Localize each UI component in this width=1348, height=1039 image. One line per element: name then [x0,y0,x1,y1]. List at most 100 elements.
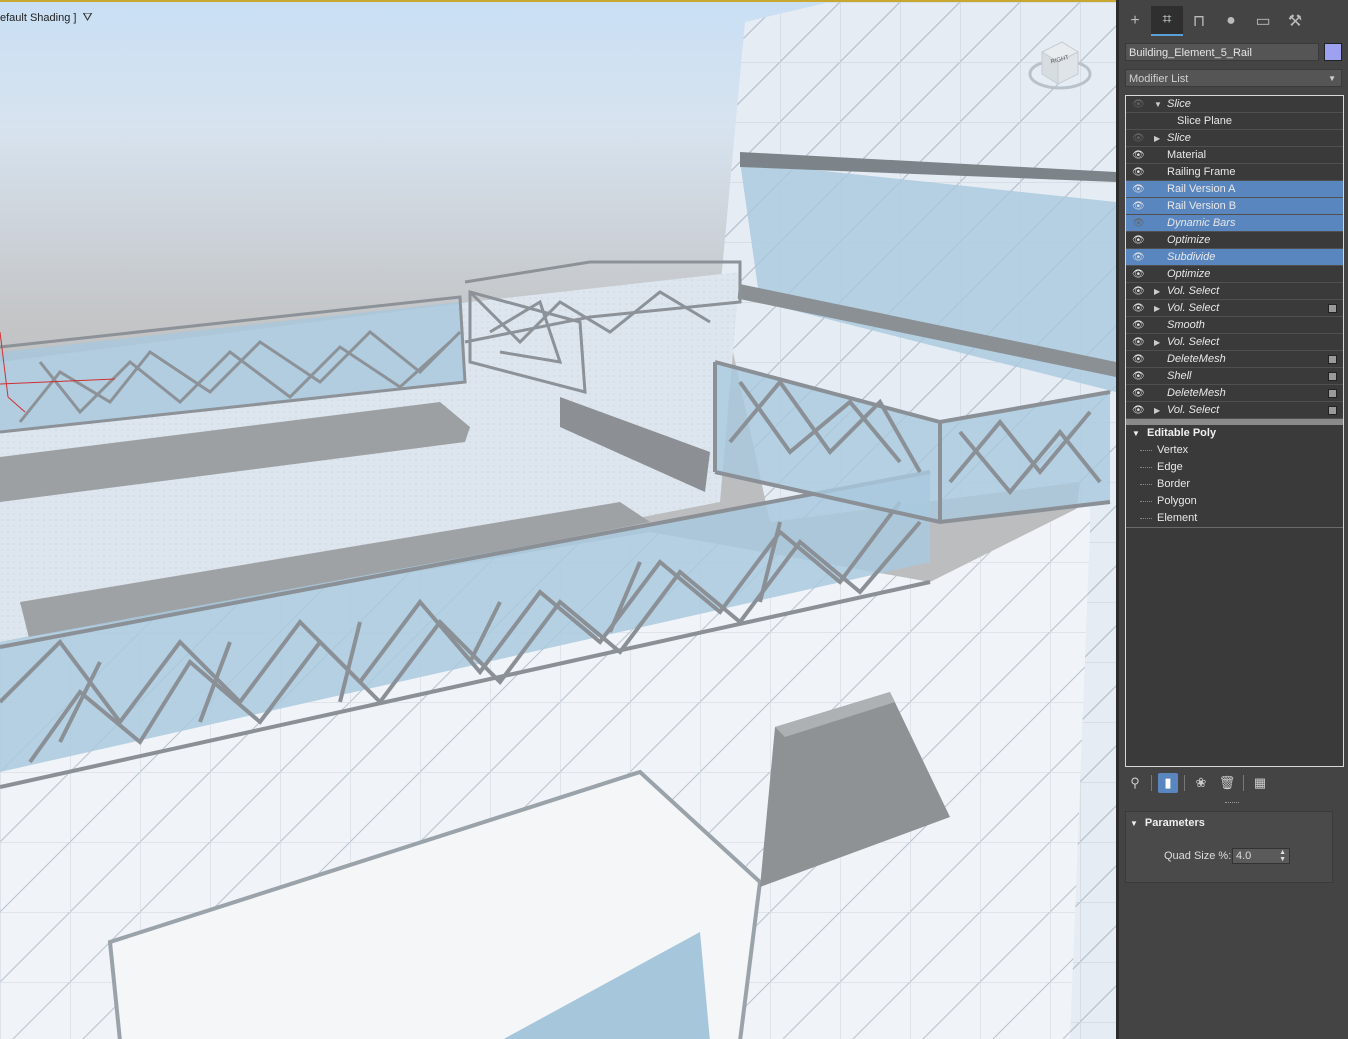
plus-icon: + [1130,12,1140,29]
hierarchy-tab[interactable]: ⊓ [1183,6,1215,36]
eye-icon[interactable]: 👁 [1132,130,1146,147]
eye-icon[interactable]: 👁 [1132,147,1146,164]
subobject-vertex[interactable]: Vertex [1126,442,1343,459]
modifier-stack-item[interactable]: Slice Plane [1126,113,1343,130]
subobject-polygon[interactable]: Polygon [1126,493,1343,510]
shading-mode-text[interactable]: efault Shading ] [0,12,76,24]
modifier-stack-item[interactable]: 👁 DeleteMesh [1126,351,1343,368]
parameters-title: Parameters [1144,817,1205,829]
eye-icon[interactable]: 👁 [1132,181,1146,198]
viewport-shading-label[interactable]: efault Shading ] ⛛ [0,10,93,25]
modifier-stack-item[interactable]: 👁 ▶ Slice [1126,130,1343,147]
modifier-label: Rail Version B [1167,200,1237,212]
modifier-label: Slice Plane [1177,115,1233,127]
subobject-label: Polygon [1157,495,1197,507]
triangle-down-icon[interactable]: ▼ [1154,96,1162,113]
subobject-element[interactable]: Element [1126,510,1343,528]
modifier-stack-item[interactable]: 👁 ▶ Vol. Select [1126,334,1343,351]
eye-icon[interactable]: 👁 [1132,300,1146,317]
triangle-right-icon[interactable]: ▶ [1154,300,1160,317]
stack-toolbar: ⚲ ▮ ❀ 🗑 ▦ [1125,772,1342,794]
modifier-stack-item[interactable]: 👁 Smooth [1126,317,1343,334]
modifier-stack-item[interactable]: 👁 Optimize [1126,266,1343,283]
modifier-label: Slice [1167,132,1191,144]
triangle-right-icon[interactable]: ▶ [1154,402,1160,419]
modifier-stack-item[interactable]: 👁 ▶ Vol. Select [1126,283,1343,300]
modifier-checkbox[interactable] [1328,372,1337,381]
display-icon: ▭ [1255,13,1271,30]
create-tab[interactable]: + [1119,6,1151,36]
eye-icon[interactable]: 👁 [1132,215,1146,232]
modifier-stack-item[interactable]: 👁 ▶ Vol. Select [1126,300,1343,317]
eye-icon[interactable]: 👁 [1132,266,1146,283]
modifier-stack-item[interactable]: 👁 DeleteMesh [1126,385,1343,402]
eye-icon[interactable]: 👁 [1132,402,1146,419]
object-name-field[interactable]: Building_Element_5_Rail [1125,43,1319,61]
eye-icon[interactable]: 👁 [1132,334,1146,351]
modifier-label: Subdivide [1167,251,1216,263]
configure-sets-button[interactable]: ▦ [1250,773,1270,793]
subobject-border[interactable]: Border [1126,476,1343,493]
motion-tab[interactable]: ● [1215,6,1247,36]
eye-icon[interactable]: 👁 [1132,283,1146,300]
modifier-stack-item[interactable]: 👁 ▼ Slice [1126,96,1343,113]
modifier-stack-item[interactable]: 👁 Dynamic Bars [1126,215,1343,232]
show-end-result-button[interactable]: ▮ [1158,773,1178,793]
motion-icon: ● [1226,12,1236,29]
eye-icon[interactable]: 👁 [1132,198,1146,215]
editable-poly-item[interactable]: ▼ Editable Poly [1126,425,1343,442]
editable-poly-subobjects: Vertex Edge Border Polygon Element [1126,442,1343,528]
modifier-stack-item[interactable]: 👁 ▶ Vol. Select [1126,402,1343,419]
modifier-label: Vol. Select [1167,336,1220,348]
display-tab[interactable]: ▭ [1247,6,1279,36]
object-color-swatch[interactable] [1324,43,1342,61]
modifier-list-dropdown[interactable]: Modifier List ▼ [1125,69,1342,87]
triangle-right-icon[interactable]: ▶ [1154,283,1160,300]
triangle-down-icon[interactable]: ▼ [1132,425,1140,442]
eye-icon[interactable]: 👁 [1132,385,1146,402]
subobject-edge[interactable]: Edge [1126,459,1343,476]
make-unique-button[interactable]: ❀ [1191,773,1211,793]
eye-icon[interactable]: 👁 [1132,368,1146,385]
filter-icon[interactable]: ⛛ [82,10,92,25]
modifier-label: Dynamic Bars [1167,217,1236,229]
modifier-stack-item[interactable]: 👁 Optimize [1126,232,1343,249]
remove-modifier-button[interactable]: 🗑 [1217,773,1237,793]
modifier-stack-item[interactable]: 👁 Material [1126,147,1343,164]
modifier-label: Vol. Select [1167,285,1220,297]
eye-icon[interactable]: 👁 [1132,232,1146,249]
triangle-right-icon[interactable]: ▶ [1154,130,1160,147]
modifier-label: Material [1167,149,1207,161]
quad-size-spinner[interactable]: 4.0 ▲ ▼ [1232,848,1290,864]
quad-size-value[interactable]: 4.0 [1236,850,1251,862]
modifier-stack[interactable]: 👁 ▼ Slice Slice Plane 👁 ▶ Slice 👁 Material 👁 Raili… [1125,95,1344,767]
modifier-stack-item[interactable]: 👁 Railing Frame [1126,164,1343,181]
subobject-label: Border [1157,478,1191,490]
eye-icon[interactable]: 👁 [1132,96,1146,113]
modifier-checkbox[interactable] [1328,406,1337,415]
rollout-grip[interactable] [1225,802,1239,803]
modifier-stack-item[interactable]: 👁 Rail Version B [1126,198,1343,215]
eye-icon[interactable]: 👁 [1132,164,1146,181]
pin-stack-button[interactable]: ⚲ [1125,773,1145,793]
modifier-stack-item[interactable]: 👁 Rail Version A [1126,181,1343,198]
modifier-label: Optimize [1167,234,1211,246]
eye-icon[interactable]: 👁 [1132,317,1146,334]
modifier-stack-item[interactable]: 👁 Shell [1126,368,1343,385]
eye-icon[interactable]: 👁 [1132,249,1146,266]
spinner-arrows-icon[interactable]: ▲ ▼ [1279,849,1286,863]
utilities-tab[interactable]: ⚒ [1279,6,1311,36]
modifier-stack-item[interactable]: 👁 Subdivide [1126,249,1343,266]
viewport[interactable]: efault Shading ] ⛛ RIGHT [0,0,1116,1039]
modify-tab[interactable]: ⌗ [1151,6,1183,36]
parameters-header[interactable]: ▼ Parameters [1130,817,1205,829]
modifier-checkbox[interactable] [1328,355,1337,364]
wrench-icon: ⚒ [1287,13,1303,30]
triangle-right-icon[interactable]: ▶ [1154,334,1160,351]
modifier-label: Smooth [1167,319,1205,331]
modifier-label: DeleteMesh [1167,353,1226,365]
eye-icon[interactable]: 👁 [1132,351,1146,368]
modifier-label: Vol. Select [1167,404,1220,416]
modifier-checkbox[interactable] [1328,304,1337,313]
modifier-checkbox[interactable] [1328,389,1337,398]
